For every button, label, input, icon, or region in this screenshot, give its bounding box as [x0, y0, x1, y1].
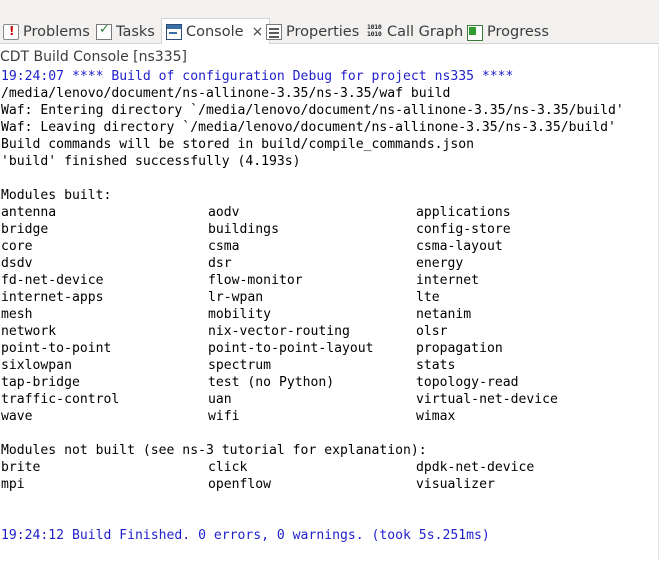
module-name: dsdv [1, 256, 33, 271]
module-name: buildings [208, 222, 279, 237]
console-line: /media/lenovo/document/ns-allinone-3.35/… [1, 86, 451, 101]
module-name: mpi [1, 477, 25, 492]
tab-progress-label: Progress [487, 23, 549, 40]
tab-progress[interactable]: Progress [467, 20, 549, 43]
call-graph-icon: 1010 1010 [367, 22, 382, 38]
module-name: uan [208, 392, 232, 407]
module-name: applications [416, 205, 511, 220]
modules-built-row: traffic-control uan virtual-net-device [1, 391, 657, 408]
modules-not-built-row: brite click dpdk-net-device [1, 459, 657, 476]
module-name: lte [416, 290, 440, 305]
module-name: flow-monitor [208, 273, 303, 288]
module-name: olsr [416, 324, 448, 339]
module-name: test (no Python) [208, 375, 335, 390]
module-name: antenna [1, 205, 57, 220]
modules-built-row: mesh mobility netanim [1, 306, 657, 323]
module-name: propagation [416, 341, 503, 356]
module-name: core [1, 239, 33, 254]
tasks-icon [96, 22, 112, 40]
console-title: CDT Build Console [ns335] [0, 49, 187, 65]
tab-properties[interactable]: Properties [266, 20, 359, 43]
module-name: wimax [416, 409, 456, 424]
module-name: mesh [1, 307, 33, 322]
modules-built-row: bridge buildings config-store [1, 221, 657, 238]
modules-built-row: internet-apps lr-wpan lte [1, 289, 657, 306]
module-name: internet-apps [1, 290, 104, 305]
tab-tasks-label: Tasks [116, 23, 155, 40]
module-name: lr-wpan [208, 290, 264, 305]
module-name: csma [208, 239, 240, 254]
module-name: visualizer [416, 477, 495, 492]
module-name: spectrum [208, 358, 272, 373]
module-name: bridge [1, 222, 49, 237]
tab-console-label: Console [186, 23, 244, 40]
console-line: Build commands will be stored in build/c… [1, 137, 474, 152]
modules-built-row: wave wifi wimax [1, 408, 657, 425]
progress-icon [467, 24, 483, 41]
module-name: stats [416, 358, 456, 373]
build-finished-line: 19:24:12 Build Finished. 0 errors, 0 war… [1, 528, 490, 543]
module-name: nix-vector-routing [208, 324, 350, 339]
module-name: sixlowpan [1, 358, 72, 373]
console-line: Waf: Entering directory `/media/lenovo/d… [1, 103, 624, 118]
close-icon[interactable]: × [252, 24, 264, 40]
modules-built-row: fd-net-device flow-monitor internet [1, 272, 657, 289]
module-name: wave [1, 409, 33, 424]
module-name: network [1, 324, 57, 339]
module-name: tap-bridge [1, 375, 80, 390]
console-line: Waf: Leaving directory `/media/lenovo/do… [1, 120, 616, 135]
console-icon [166, 23, 182, 40]
view-tab-bar: Problems Tasks Console × Properties 1010… [0, 0, 659, 44]
modules-built-row: antenna aodv applications [1, 204, 657, 221]
module-name: traffic-control [1, 392, 120, 407]
console-line: 'build' finished successfully (4.193s) [1, 154, 301, 169]
tab-problems[interactable]: Problems [3, 20, 90, 43]
module-name: fd-net-device [1, 273, 104, 288]
module-name: virtual-net-device [416, 392, 558, 407]
modules-built-row: core csma csma-layout [1, 238, 657, 255]
properties-icon [266, 23, 282, 40]
problems-icon [3, 23, 19, 40]
tab-properties-label: Properties [286, 23, 360, 40]
module-name: brite [1, 460, 41, 475]
console-output[interactable]: 19:24:07 **** Build of configuration Deb… [1, 68, 657, 544]
module-name: topology-read [416, 375, 519, 390]
module-name: netanim [416, 307, 472, 322]
module-name: config-store [416, 222, 511, 237]
modules-built-heading: Modules built: [1, 188, 112, 203]
tab-console[interactable]: Console × [161, 18, 271, 44]
tab-tasks[interactable]: Tasks [96, 20, 155, 43]
module-name: point-to-point-layout [208, 341, 374, 356]
module-name: aodv [208, 205, 240, 220]
tab-call-graph[interactable]: 1010 1010 Call Graph [367, 20, 463, 43]
modules-built-row: network nix-vector-routing olsr [1, 323, 657, 340]
module-name: dsr [208, 256, 232, 271]
tab-call-graph-label: Call Graph [387, 23, 464, 40]
module-name: wifi [208, 409, 240, 424]
module-name: csma-layout [416, 239, 503, 254]
modules-built-row: point-to-point point-to-point-layout propa… [1, 340, 657, 357]
module-name: click [208, 460, 248, 475]
modules-not-built-heading: Modules not built (see ns-3 tutorial for… [1, 443, 427, 458]
modules-built-row: dsdv dsr energy [1, 255, 657, 272]
modules-not-built-row: mpi openflow visualizer [1, 476, 657, 493]
build-start-line: 19:24:07 **** Build of configuration Deb… [1, 69, 514, 84]
module-name: point-to-point [1, 341, 112, 356]
modules-built-row: tap-bridge test (no Python) topology-read [1, 374, 657, 391]
module-name: dpdk-net-device [416, 460, 535, 475]
module-name: internet [416, 273, 480, 288]
tab-problems-label: Problems [23, 23, 90, 40]
modules-built-row: sixlowpan spectrum stats [1, 357, 657, 374]
module-name: mobility [208, 307, 272, 322]
module-name: openflow [208, 477, 272, 492]
module-name: energy [416, 256, 464, 271]
